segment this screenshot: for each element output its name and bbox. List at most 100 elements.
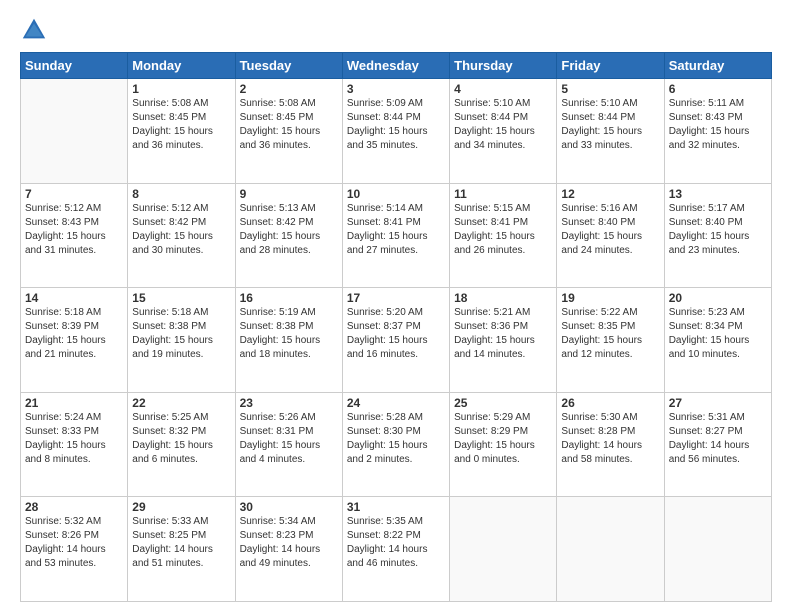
col-tuesday: Tuesday xyxy=(235,53,342,79)
day-info: Sunrise: 5:23 AM Sunset: 8:34 PM Dayligh… xyxy=(669,306,767,362)
table-row: 9Sunrise: 5:13 AM Sunset: 8:42 PM Daylig… xyxy=(235,183,342,288)
day-number: 15 xyxy=(132,291,230,305)
table-row: 30Sunrise: 5:34 AM Sunset: 8:23 PM Dayli… xyxy=(235,497,342,602)
table-row: 26Sunrise: 5:30 AM Sunset: 8:28 PM Dayli… xyxy=(557,392,664,497)
calendar-week-row: 21Sunrise: 5:24 AM Sunset: 8:33 PM Dayli… xyxy=(21,392,772,497)
day-info: Sunrise: 5:15 AM Sunset: 8:41 PM Dayligh… xyxy=(454,202,552,258)
day-info: Sunrise: 5:32 AM Sunset: 8:26 PM Dayligh… xyxy=(25,515,123,571)
calendar-week-row: 7Sunrise: 5:12 AM Sunset: 8:43 PM Daylig… xyxy=(21,183,772,288)
day-number: 18 xyxy=(454,291,552,305)
table-row: 5Sunrise: 5:10 AM Sunset: 8:44 PM Daylig… xyxy=(557,79,664,184)
table-row: 23Sunrise: 5:26 AM Sunset: 8:31 PM Dayli… xyxy=(235,392,342,497)
day-number: 2 xyxy=(240,82,338,96)
day-info: Sunrise: 5:18 AM Sunset: 8:38 PM Dayligh… xyxy=(132,306,230,362)
day-info: Sunrise: 5:12 AM Sunset: 8:43 PM Dayligh… xyxy=(25,202,123,258)
day-number: 4 xyxy=(454,82,552,96)
day-info: Sunrise: 5:26 AM Sunset: 8:31 PM Dayligh… xyxy=(240,411,338,467)
day-info: Sunrise: 5:13 AM Sunset: 8:42 PM Dayligh… xyxy=(240,202,338,258)
day-number: 9 xyxy=(240,187,338,201)
day-number: 29 xyxy=(132,500,230,514)
day-number: 7 xyxy=(25,187,123,201)
table-row: 27Sunrise: 5:31 AM Sunset: 8:27 PM Dayli… xyxy=(664,392,771,497)
day-info: Sunrise: 5:25 AM Sunset: 8:32 PM Dayligh… xyxy=(132,411,230,467)
table-row: 22Sunrise: 5:25 AM Sunset: 8:32 PM Dayli… xyxy=(128,392,235,497)
table-row: 11Sunrise: 5:15 AM Sunset: 8:41 PM Dayli… xyxy=(450,183,557,288)
table-row: 20Sunrise: 5:23 AM Sunset: 8:34 PM Dayli… xyxy=(664,288,771,393)
day-info: Sunrise: 5:16 AM Sunset: 8:40 PM Dayligh… xyxy=(561,202,659,258)
day-number: 20 xyxy=(669,291,767,305)
day-number: 24 xyxy=(347,396,445,410)
table-row xyxy=(557,497,664,602)
day-info: Sunrise: 5:10 AM Sunset: 8:44 PM Dayligh… xyxy=(454,97,552,153)
day-info: Sunrise: 5:11 AM Sunset: 8:43 PM Dayligh… xyxy=(669,97,767,153)
day-number: 10 xyxy=(347,187,445,201)
day-info: Sunrise: 5:30 AM Sunset: 8:28 PM Dayligh… xyxy=(561,411,659,467)
day-number: 5 xyxy=(561,82,659,96)
table-row: 1Sunrise: 5:08 AM Sunset: 8:45 PM Daylig… xyxy=(128,79,235,184)
table-row: 24Sunrise: 5:28 AM Sunset: 8:30 PM Dayli… xyxy=(342,392,449,497)
day-info: Sunrise: 5:12 AM Sunset: 8:42 PM Dayligh… xyxy=(132,202,230,258)
day-info: Sunrise: 5:28 AM Sunset: 8:30 PM Dayligh… xyxy=(347,411,445,467)
header xyxy=(20,16,772,44)
day-number: 11 xyxy=(454,187,552,201)
day-number: 22 xyxy=(132,396,230,410)
day-info: Sunrise: 5:08 AM Sunset: 8:45 PM Dayligh… xyxy=(240,97,338,153)
day-number: 19 xyxy=(561,291,659,305)
table-row: 10Sunrise: 5:14 AM Sunset: 8:41 PM Dayli… xyxy=(342,183,449,288)
day-info: Sunrise: 5:22 AM Sunset: 8:35 PM Dayligh… xyxy=(561,306,659,362)
table-row: 4Sunrise: 5:10 AM Sunset: 8:44 PM Daylig… xyxy=(450,79,557,184)
day-number: 21 xyxy=(25,396,123,410)
calendar-week-row: 1Sunrise: 5:08 AM Sunset: 8:45 PM Daylig… xyxy=(21,79,772,184)
col-thursday: Thursday xyxy=(450,53,557,79)
day-info: Sunrise: 5:21 AM Sunset: 8:36 PM Dayligh… xyxy=(454,306,552,362)
day-number: 8 xyxy=(132,187,230,201)
table-row xyxy=(664,497,771,602)
table-row: 3Sunrise: 5:09 AM Sunset: 8:44 PM Daylig… xyxy=(342,79,449,184)
day-info: Sunrise: 5:35 AM Sunset: 8:22 PM Dayligh… xyxy=(347,515,445,571)
table-row: 14Sunrise: 5:18 AM Sunset: 8:39 PM Dayli… xyxy=(21,288,128,393)
day-number: 16 xyxy=(240,291,338,305)
logo xyxy=(20,16,54,44)
logo-icon xyxy=(20,16,48,44)
day-number: 27 xyxy=(669,396,767,410)
day-number: 23 xyxy=(240,396,338,410)
table-row: 31Sunrise: 5:35 AM Sunset: 8:22 PM Dayli… xyxy=(342,497,449,602)
day-info: Sunrise: 5:18 AM Sunset: 8:39 PM Dayligh… xyxy=(25,306,123,362)
table-row: 17Sunrise: 5:20 AM Sunset: 8:37 PM Dayli… xyxy=(342,288,449,393)
day-info: Sunrise: 5:31 AM Sunset: 8:27 PM Dayligh… xyxy=(669,411,767,467)
day-info: Sunrise: 5:29 AM Sunset: 8:29 PM Dayligh… xyxy=(454,411,552,467)
day-info: Sunrise: 5:08 AM Sunset: 8:45 PM Dayligh… xyxy=(132,97,230,153)
table-row: 8Sunrise: 5:12 AM Sunset: 8:42 PM Daylig… xyxy=(128,183,235,288)
day-number: 28 xyxy=(25,500,123,514)
calendar-header-row: Sunday Monday Tuesday Wednesday Thursday… xyxy=(21,53,772,79)
day-info: Sunrise: 5:10 AM Sunset: 8:44 PM Dayligh… xyxy=(561,97,659,153)
day-number: 26 xyxy=(561,396,659,410)
col-friday: Friday xyxy=(557,53,664,79)
day-number: 14 xyxy=(25,291,123,305)
day-info: Sunrise: 5:34 AM Sunset: 8:23 PM Dayligh… xyxy=(240,515,338,571)
day-number: 1 xyxy=(132,82,230,96)
table-row: 19Sunrise: 5:22 AM Sunset: 8:35 PM Dayli… xyxy=(557,288,664,393)
table-row xyxy=(450,497,557,602)
day-info: Sunrise: 5:17 AM Sunset: 8:40 PM Dayligh… xyxy=(669,202,767,258)
col-wednesday: Wednesday xyxy=(342,53,449,79)
calendar-table: Sunday Monday Tuesday Wednesday Thursday… xyxy=(20,52,772,602)
table-row: 13Sunrise: 5:17 AM Sunset: 8:40 PM Dayli… xyxy=(664,183,771,288)
table-row: 7Sunrise: 5:12 AM Sunset: 8:43 PM Daylig… xyxy=(21,183,128,288)
table-row: 18Sunrise: 5:21 AM Sunset: 8:36 PM Dayli… xyxy=(450,288,557,393)
day-info: Sunrise: 5:24 AM Sunset: 8:33 PM Dayligh… xyxy=(25,411,123,467)
day-number: 25 xyxy=(454,396,552,410)
day-number: 31 xyxy=(347,500,445,514)
day-number: 17 xyxy=(347,291,445,305)
table-row: 29Sunrise: 5:33 AM Sunset: 8:25 PM Dayli… xyxy=(128,497,235,602)
table-row: 28Sunrise: 5:32 AM Sunset: 8:26 PM Dayli… xyxy=(21,497,128,602)
table-row: 15Sunrise: 5:18 AM Sunset: 8:38 PM Dayli… xyxy=(128,288,235,393)
calendar-week-row: 28Sunrise: 5:32 AM Sunset: 8:26 PM Dayli… xyxy=(21,497,772,602)
day-number: 6 xyxy=(669,82,767,96)
day-info: Sunrise: 5:19 AM Sunset: 8:38 PM Dayligh… xyxy=(240,306,338,362)
day-info: Sunrise: 5:09 AM Sunset: 8:44 PM Dayligh… xyxy=(347,97,445,153)
table-row xyxy=(21,79,128,184)
calendar-week-row: 14Sunrise: 5:18 AM Sunset: 8:39 PM Dayli… xyxy=(21,288,772,393)
table-row: 12Sunrise: 5:16 AM Sunset: 8:40 PM Dayli… xyxy=(557,183,664,288)
table-row: 16Sunrise: 5:19 AM Sunset: 8:38 PM Dayli… xyxy=(235,288,342,393)
